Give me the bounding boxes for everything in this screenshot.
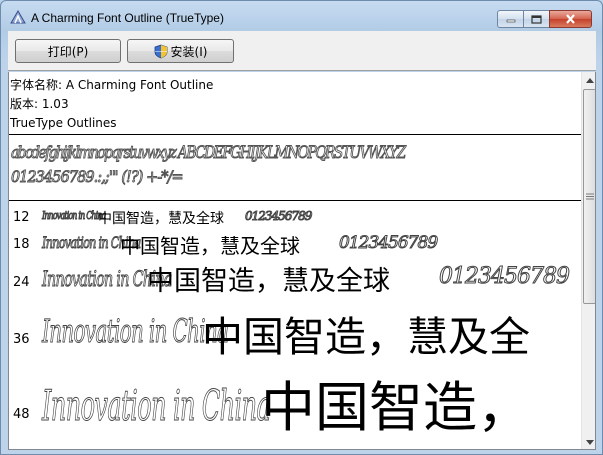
divider	[9, 200, 581, 201]
cjk-sample: 中国智造，	[261, 376, 531, 439]
install-button[interactable]: 安装(I)	[127, 39, 234, 63]
digits-sample: 0123456789	[439, 264, 571, 290]
vertical-scrollbar[interactable]	[581, 72, 595, 449]
scrollbar-thumb[interactable]	[583, 89, 595, 304]
grip-icon	[586, 193, 594, 200]
latin-sample: Innovation in China	[42, 209, 107, 223]
latin-sample: Innovation in China	[42, 312, 230, 351]
digits-sample: 0123456789	[244, 209, 312, 224]
latin-sample: Innovation in China	[42, 381, 271, 431]
cjk-sample: 中国智造，慧及全球	[98, 211, 224, 227]
minimize-icon	[506, 19, 515, 23]
size-label: 18	[13, 237, 30, 252]
size-label: 24	[13, 275, 30, 290]
size-label: 12	[13, 210, 30, 225]
scroll-up-button[interactable]	[583, 72, 595, 88]
close-icon	[566, 14, 575, 24]
maximize-button[interactable]	[523, 10, 549, 28]
window-title: A Charming Font Outline (TrueType)	[31, 11, 224, 25]
font-outline-type: TrueType Outlines	[10, 116, 117, 130]
title-bar[interactable]: A Charming Font Outline (TrueType)	[1, 1, 602, 31]
cjk-sample: 中国智造，慧及全球	[147, 266, 390, 297]
chevron-up-icon	[586, 77, 594, 83]
minimize-button[interactable]	[497, 10, 523, 28]
font-info: 字体名称: A Charming Font Outline 版本: 1.03 T…	[10, 76, 213, 133]
font-viewer-icon	[10, 10, 26, 24]
font-name: 字体名称: A Charming Font Outline	[10, 78, 214, 92]
cjk-sample: 中国智造，慧及全	[202, 313, 530, 361]
install-button-label: 安装(I)	[170, 44, 208, 59]
digits-sample: 0123456789	[338, 233, 438, 254]
scroll-down-button[interactable]	[583, 434, 595, 449]
font-viewer-window: A Charming Font Outline (TrueType) 打印(P)…	[0, 0, 603, 455]
print-button[interactable]: 打印(P)	[15, 39, 121, 63]
divider	[9, 134, 581, 135]
size-label: 48	[13, 407, 30, 422]
size-label: 36	[13, 332, 30, 347]
chevron-down-icon	[586, 439, 594, 445]
charset-sample-symbols: 0123456789.:,;'" (!?) +-*/=	[11, 167, 185, 187]
maximize-icon	[531, 14, 542, 24]
uac-shield-icon	[154, 44, 167, 58]
cjk-sample: 中国智造，慧及全球	[120, 234, 300, 258]
charset-sample-letters: abcdefghijklmnopqrstuvwxyz ABCDEFGHIJKLM…	[11, 143, 407, 164]
font-preview-area[interactable]: 字体名称: A Charming Font Outline 版本: 1.03 T…	[8, 72, 596, 450]
close-button[interactable]	[549, 10, 592, 28]
font-version: 版本: 1.03	[10, 97, 69, 111]
toolbar: 打印(P) 安装(I)	[8, 31, 596, 71]
